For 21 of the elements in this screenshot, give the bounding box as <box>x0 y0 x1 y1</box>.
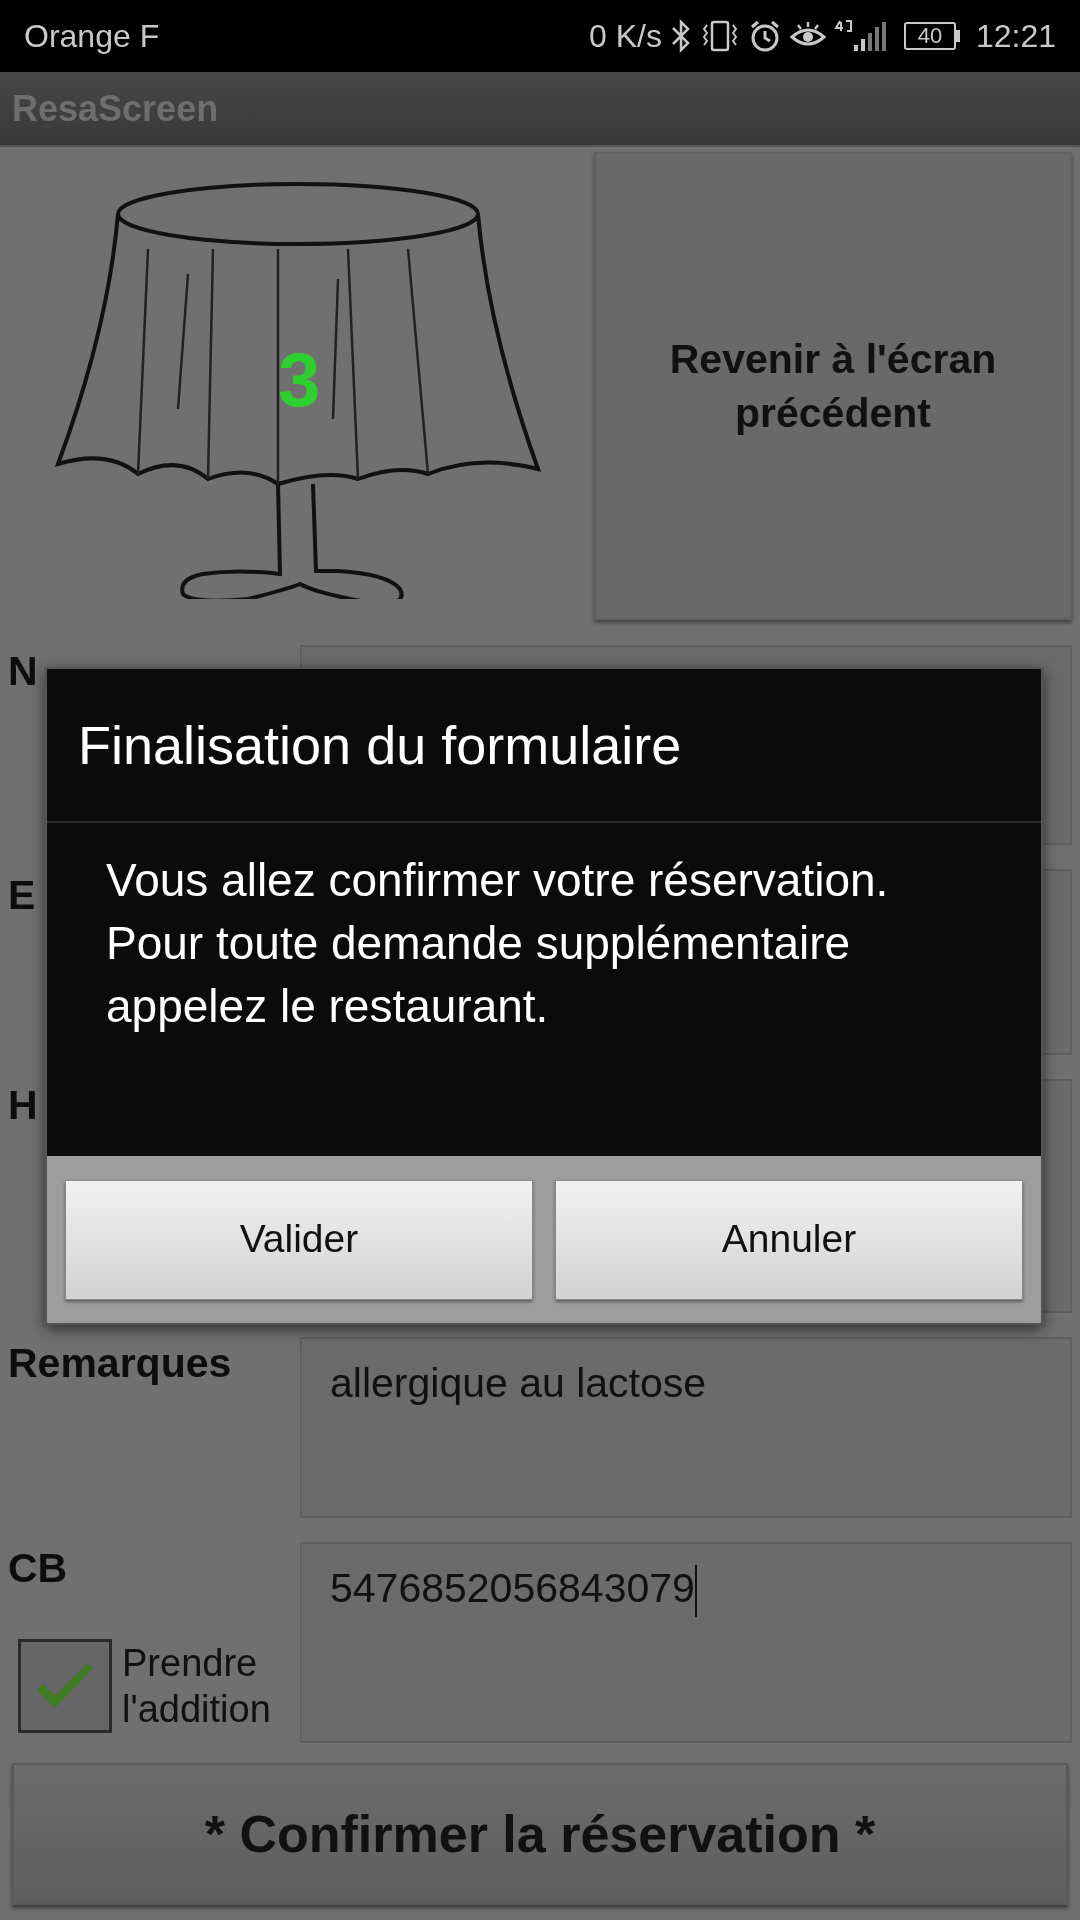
field-label: CB <box>8 1544 68 1593</box>
checkbox[interactable] <box>18 1639 112 1733</box>
carrier-name: Orange F <box>24 17 160 56</box>
dialog-button[interactable]: Valider <box>65 1179 533 1300</box>
clock-time: 12:21 <box>975 17 1056 56</box>
signal-icon <box>833 19 888 53</box>
checkbox-label: Prendre l'addition <box>122 1641 272 1732</box>
dialog-message: Vous allez confirmer votre réservation. Pour toute demande supplémentaire appelez le restaurant. <box>106 853 890 1034</box>
dialog-title: Finalisation du formulaire <box>78 713 682 777</box>
field-label: N <box>8 647 38 696</box>
field-label: H <box>8 1081 38 1130</box>
table-number: 3 <box>278 342 321 418</box>
input-field[interactable]: 5476852056843079 <box>300 1542 1072 1743</box>
input-field[interactable]: allergique au lactose <box>300 1337 1072 1518</box>
network-speed: 0 K/s <box>589 17 662 56</box>
field-label: E <box>8 871 36 920</box>
bluetooth-icon <box>669 19 692 53</box>
confirm-button[interactable]: * Confirmer la réservation * <box>12 1763 1068 1905</box>
dialog-button[interactable]: Annuler <box>555 1179 1023 1300</box>
back-button[interactable]: Revenir à l'écran précédent <box>594 152 1072 620</box>
field-label: Remarques <box>8 1339 232 1388</box>
